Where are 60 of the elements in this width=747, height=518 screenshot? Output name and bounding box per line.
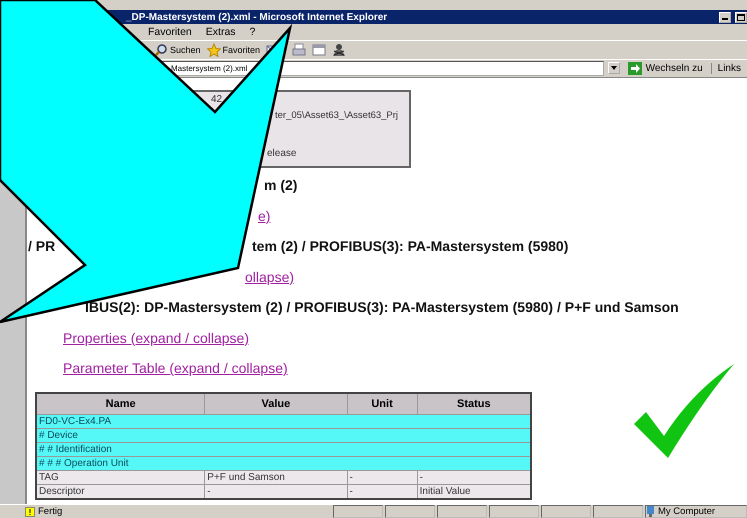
search-icon [154,43,168,57]
link[interactable]: Parameter Table (expand / collapse) [63,360,288,376]
star-icon [206,43,221,57]
heading: IBUS(2): DP-Mastersystem (2) / PROFIBUS(3): PA-Mastersystem (5980) / P+F und Samson [85,299,679,316]
column-header: Unit [347,392,418,414]
menu-item[interactable]: Favoriten [148,26,192,38]
links-button[interactable]: Links [710,62,747,74]
link[interactable]: ollapse) [245,268,294,285]
table-cell: - [347,484,418,498]
link[interactable]: e) [258,208,270,224]
table-cell: P+F und Samson [204,470,348,484]
status-panel [385,505,435,518]
dropdown-button[interactable] [608,62,620,74]
table-cell: TAG [36,470,205,484]
table-cell: - [204,484,348,498]
status-text: Fertig [38,506,62,517]
column-header: Status [417,392,531,414]
person-icon [332,43,346,57]
computer-icon [646,506,655,517]
document-icon [312,43,326,57]
menu-item[interactable]: ? [250,26,256,38]
table-cell: - [347,470,418,484]
window-title: _DP-Mastersystem (2).xml - Microsoft Internet Explorer [126,12,388,22]
heading: tem (2) / PROFIBUS(3): PA-Mastersystem (5980) [252,238,568,254]
table-cell: Initial Value [417,484,531,498]
maximize-icon [737,14,745,20]
print-button[interactable] [290,42,308,58]
heading: m (2) [264,177,298,194]
info-text: ter_05\Asset63_\Asset63_Prj [275,110,398,121]
favorites-button[interactable]: Favoriten [204,42,262,58]
page-icon [25,506,35,516]
minimize-button[interactable] [719,12,731,22]
checkmark-icon [634,364,734,458]
link[interactable]: Properties (expand / collapse) [63,330,249,346]
go-button[interactable]: Wechseln zu [624,62,707,74]
table-cell: - [417,470,531,484]
table-cell: Descriptor [36,484,205,498]
arrow-icon [628,62,642,74]
table-cell: FD0-VC-Ex4.PA [36,414,205,428]
status-panel [593,505,643,518]
maximize-button[interactable] [735,12,747,22]
column-header: Name [36,392,205,414]
info-text: 42 [211,94,222,105]
heading: / PR [28,238,56,254]
menu-item[interactable]: Extras [206,26,236,38]
caret-icon [610,66,617,70]
status-panel [333,505,383,518]
status-panel [437,505,487,518]
info-text: elease [267,148,296,159]
printer-icon [292,43,306,57]
status-panel [541,505,591,518]
table-cell: # # Identification [36,442,205,456]
address-field[interactable]: Mastersystem (2).xml [160,60,604,76]
edit-button[interactable] [310,42,328,58]
table-cell: # Device [36,428,205,442]
table-cell: # # # Operation Unit [36,456,205,470]
status-panel [489,505,539,518]
column-header: Value [204,392,348,414]
zone-text: My Computer [658,506,716,517]
search-button[interactable]: Suchen [152,42,203,58]
